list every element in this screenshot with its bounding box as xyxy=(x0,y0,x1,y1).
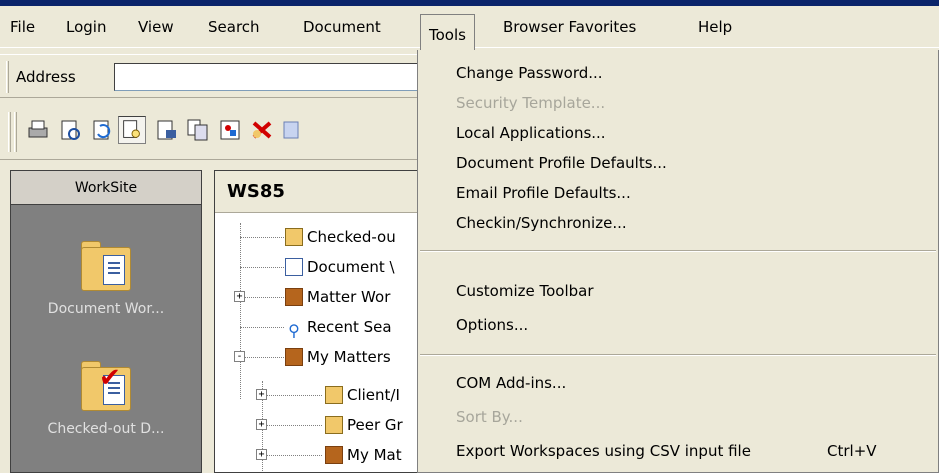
folder-icon xyxy=(325,386,343,404)
menu-item-change-password[interactable]: Change Password... xyxy=(418,58,938,88)
menu-item-checkin-synchronize[interactable]: Checkin/Synchronize... xyxy=(418,208,938,238)
tree-connector xyxy=(240,223,241,399)
tree-item-label: My Mat xyxy=(347,446,402,464)
expand-toggle[interactable]: + xyxy=(256,449,267,460)
document-folder-icon xyxy=(285,258,303,276)
address-input[interactable] xyxy=(114,63,434,91)
menu-item-options[interactable]: Options... xyxy=(418,310,938,340)
menu-separator xyxy=(420,250,936,252)
matter-folder-icon xyxy=(285,288,303,306)
menu-search[interactable]: Search xyxy=(200,6,268,48)
menu-view[interactable]: View xyxy=(130,6,182,48)
menu-separator xyxy=(420,354,936,356)
tree-connector xyxy=(262,455,322,456)
tree-item[interactable]: Checked-ou xyxy=(285,225,396,249)
shortcut-label: Document Wor... xyxy=(47,301,165,317)
worksite-tab[interactable]: WorkSite xyxy=(11,171,201,205)
tree-item[interactable]: ⚲ Recent Sea xyxy=(285,315,392,340)
menu-login[interactable]: Login xyxy=(58,6,114,48)
worksite-pane: WorkSite Document Wor... ✔ Checked-out D… xyxy=(10,170,202,473)
menu-item-document-profile-defaults[interactable]: Document Profile Defaults... xyxy=(418,148,938,178)
toolbar-grip[interactable] xyxy=(6,61,9,93)
refresh-icon[interactable] xyxy=(88,116,116,144)
folder-icon xyxy=(325,416,343,434)
document-icon[interactable] xyxy=(152,116,180,144)
toolbar-grip[interactable] xyxy=(8,112,11,152)
copy-icon[interactable] xyxy=(184,116,212,144)
menu-document[interactable]: Document xyxy=(295,6,389,48)
menu-bar: File Login View Search Document Tools Br… xyxy=(0,6,939,57)
tree-item-label: Client/I xyxy=(347,386,400,404)
document-worklist-shortcut[interactable]: Document Wor... xyxy=(11,241,201,317)
tree-item-label: Document \ xyxy=(307,258,395,276)
my-matters-icon xyxy=(285,348,303,366)
checked-out-folder-icon xyxy=(285,228,303,246)
address-label: Address xyxy=(16,68,76,86)
more-icon[interactable] xyxy=(278,116,306,144)
checked-out-folder-icon: ✔ xyxy=(77,361,135,413)
menu-item-export-workspaces-csv[interactable]: Export Workspaces using CSV input file C… xyxy=(418,436,938,466)
delete-icon[interactable] xyxy=(248,116,276,144)
tree-connector xyxy=(262,425,322,426)
print-icon[interactable] xyxy=(24,116,52,144)
menu-browser-favorites[interactable]: Browser Favorites xyxy=(495,6,644,48)
tree-item-label: Checked-ou xyxy=(307,228,396,246)
tree-item[interactable]: Client/I xyxy=(325,383,400,407)
expand-toggle[interactable]: + xyxy=(234,291,245,302)
shortcut-label: Checked-out D... xyxy=(47,421,165,437)
tree-item-label: Recent Sea xyxy=(307,318,392,336)
search-icon: ⚲ xyxy=(285,322,303,340)
tree-item-label: My Matters xyxy=(307,348,391,366)
tree-item-label: Peer Gr xyxy=(347,416,403,434)
toolbar-grip[interactable] xyxy=(14,112,17,152)
image-icon[interactable] xyxy=(216,116,244,144)
menu-item-security-template: Security Template... xyxy=(456,94,606,112)
collapse-toggle[interactable]: - xyxy=(234,351,245,362)
menu-item-shortcut: Ctrl+V xyxy=(827,442,877,460)
tree-item[interactable]: Document \ xyxy=(285,255,395,279)
tools-menu-dropdown: Change Password... Security Template... … xyxy=(417,50,939,473)
menu-item-email-profile-defaults[interactable]: Email Profile Defaults... xyxy=(418,178,938,208)
expand-toggle[interactable]: + xyxy=(256,389,267,400)
menu-file[interactable]: File xyxy=(2,6,43,48)
menu-item-local-applications[interactable]: Local Applications... xyxy=(418,118,938,148)
menu-item-customize-toolbar[interactable]: Customize Toolbar xyxy=(418,276,938,306)
tree-connector xyxy=(262,395,322,396)
preview-icon[interactable] xyxy=(118,116,146,144)
menu-item-sort-by: Sort By... xyxy=(456,408,523,426)
tree-item[interactable]: Matter Wor xyxy=(285,285,390,309)
checked-out-documents-shortcut[interactable]: ✔ Checked-out D... xyxy=(11,361,201,437)
tree-item[interactable]: My Matters xyxy=(285,345,391,369)
print-preview-icon[interactable] xyxy=(56,116,84,144)
menu-item-com-add-ins[interactable]: COM Add-ins... xyxy=(418,368,938,398)
tree-item-label: Matter Wor xyxy=(307,288,391,306)
document-folder-icon xyxy=(77,241,135,293)
menu-help[interactable]: Help xyxy=(690,6,740,48)
tree-item[interactable]: Peer Gr xyxy=(325,413,403,437)
tree-item[interactable]: My Mat xyxy=(325,443,402,467)
menu-item-label: Export Workspaces using CSV input file xyxy=(456,442,751,460)
expand-toggle[interactable]: + xyxy=(256,419,267,430)
my-matters-icon xyxy=(325,446,343,464)
